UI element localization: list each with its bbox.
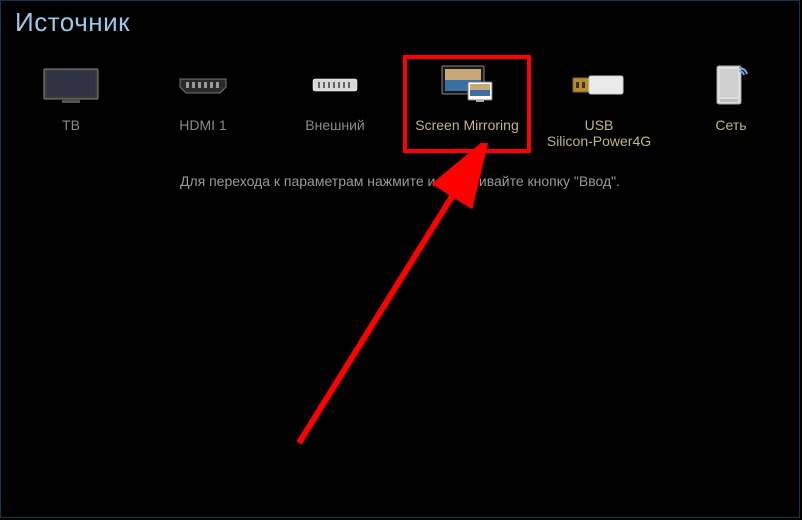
source-item-screen-mirroring[interactable]: Screen Mirroring — [401, 53, 533, 155]
source-row: ТВ HDMI 1 — [1, 53, 799, 155]
hdmi-icon — [173, 63, 233, 107]
source-item-ext[interactable]: Внешний — [269, 53, 401, 155]
annotation-arrow — [269, 143, 529, 463]
source-item-tv[interactable]: ТВ — [5, 53, 137, 155]
source-label: Screen Mirroring — [415, 117, 518, 149]
source-label: HDMI 1 — [179, 117, 226, 149]
source-item-hdmi1[interactable]: HDMI 1 — [137, 53, 269, 155]
usb-icon — [569, 63, 629, 107]
tv-icon — [41, 63, 101, 107]
external-icon — [305, 63, 365, 107]
page-title: Источник — [15, 7, 130, 38]
network-icon — [701, 63, 761, 107]
source-item-net[interactable]: Сеть — [665, 53, 797, 155]
source-item-usb[interactable]: USB Silicon-Power4G — [533, 53, 665, 155]
source-label: USB Silicon-Power4G — [547, 117, 651, 149]
source-label: ТВ — [62, 117, 80, 149]
screen-mirroring-icon — [437, 63, 497, 107]
hint-text: Для перехода к параметрам нажмите и удер… — [1, 173, 799, 189]
source-label: Сеть — [715, 117, 746, 149]
source-label: Внешний — [305, 117, 364, 149]
source-screen: Источник ТВ — [0, 0, 800, 518]
